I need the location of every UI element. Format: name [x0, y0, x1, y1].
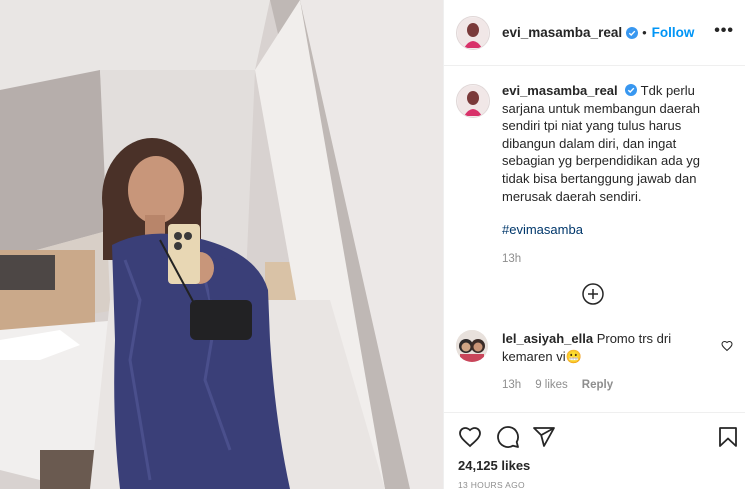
post-photo[interactable] — [0, 0, 443, 489]
comment-username[interactable]: lel_asiyah_ella — [502, 331, 593, 346]
bookmark-save-icon[interactable] — [716, 425, 740, 449]
caption-avatar[interactable] — [456, 84, 490, 118]
more-options-icon[interactable]: ••• — [714, 23, 734, 39]
comment-meta: 13h 9 likes Reply — [502, 377, 717, 395]
verified-badge-icon — [626, 26, 639, 39]
caption-time[interactable]: 13h — [502, 251, 730, 269]
caption: evi_masamba_real Tdk perlu sarjana untuk… — [456, 82, 736, 268]
comment-time[interactable]: 13h — [502, 377, 521, 395]
comment-body: lel_asiyah_ella Promo trs dri kemaren vi… — [502, 330, 717, 395]
follow-button[interactable]: Follow — [652, 25, 695, 40]
mirror-selfie-image — [0, 0, 443, 489]
avatar-image — [458, 86, 488, 116]
like-heart-icon[interactable] — [458, 425, 482, 449]
separator-dot: • — [642, 25, 647, 40]
avatar[interactable] — [456, 15, 490, 50]
comment-avatar[interactable] — [456, 330, 488, 362]
comment-bubble-icon[interactable] — [496, 425, 520, 449]
avatar-image — [458, 17, 488, 48]
posted-time[interactable]: 13 HOURS AGO — [458, 480, 525, 489]
caption-body: evi_masamba_real Tdk perlu sarjana untuk… — [502, 82, 730, 268]
avatar-image — [456, 330, 488, 362]
verified-badge-icon — [625, 84, 638, 96]
likes-count[interactable]: 24,125 likes — [458, 458, 530, 473]
post-header: evi_masamba_real • Follow ••• — [444, 0, 745, 66]
comment-like-heart-icon[interactable] — [721, 339, 733, 352]
caption-hashtag[interactable]: #evimasamba — [502, 221, 730, 239]
reply-button[interactable]: Reply — [582, 377, 613, 395]
action-bar: 24,125 likes 13 HOURS AGO — [444, 412, 745, 489]
caption-username[interactable]: evi_masamba_real — [502, 83, 618, 98]
plus-circle-icon[interactable] — [582, 283, 604, 305]
post-side-panel: evi_masamba_real • Follow ••• evi_masamb… — [443, 0, 745, 489]
share-send-icon[interactable] — [532, 425, 556, 449]
comment-item: lel_asiyah_ella Promo trs dri kemaren vi… — [456, 330, 736, 395]
comment-emoji: 😬 — [565, 348, 582, 364]
comment-likes[interactable]: 9 likes — [535, 377, 568, 395]
caption-text: Tdk perlu sarjana untuk membangun daerah… — [502, 83, 701, 204]
header-username[interactable]: evi_masamba_real — [502, 25, 622, 40]
